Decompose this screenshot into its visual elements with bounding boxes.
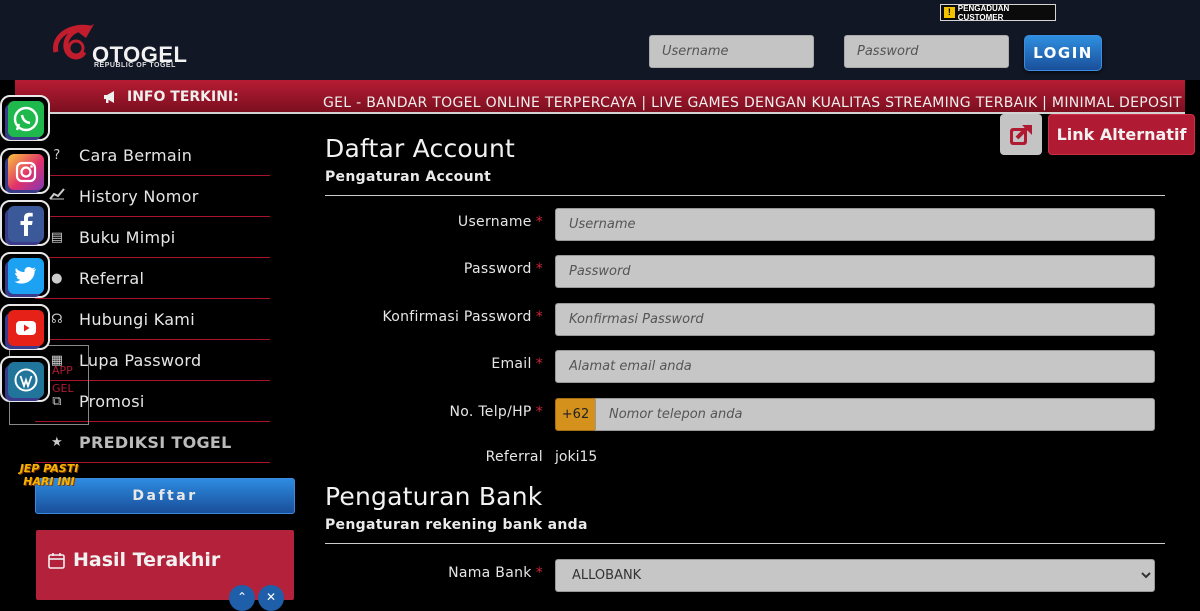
whatsapp-social-button[interactable] bbox=[0, 95, 50, 141]
wordpress-social-button[interactable] bbox=[0, 356, 50, 402]
twitter-icon bbox=[14, 267, 36, 284]
phone-label: No. Telp/HP * bbox=[449, 404, 543, 420]
menu-item-label: Referral bbox=[79, 268, 145, 288]
chevron-up-icon[interactable]: ⌃ bbox=[229, 585, 255, 611]
star-icon: ★ bbox=[51, 434, 63, 450]
ticker-label-group: INFO TERKINI: bbox=[103, 89, 239, 105]
twitter-social-button[interactable] bbox=[0, 252, 50, 298]
menu-item-cara-bermain[interactable]: ? Cara Bermain bbox=[35, 135, 270, 176]
complaint-button[interactable]: ! PENGADUAN CUSTOMER bbox=[940, 3, 1056, 22]
bank-section-subtitle: Pengaturan rekening bank anda bbox=[325, 517, 1165, 544]
password-input[interactable] bbox=[555, 255, 1155, 288]
email-input[interactable] bbox=[555, 350, 1155, 383]
facebook-social-button[interactable] bbox=[0, 200, 50, 246]
youtube-social-button[interactable] bbox=[0, 304, 50, 350]
login-button[interactable]: LOGIN bbox=[1024, 35, 1102, 71]
hasil-title: Hasil Terakhir bbox=[73, 549, 221, 571]
site-logo[interactable]: OTOGEL REPUBLIC OF TOGEL bbox=[50, 22, 190, 72]
ticker-text: GEL - BANDAR TOGEL ONLINE TERPERCAYA | L… bbox=[323, 95, 1185, 111]
calendar-icon bbox=[48, 552, 65, 569]
hasil-title-group: Hasil Terakhir bbox=[48, 549, 220, 571]
facebook-icon bbox=[20, 212, 33, 236]
wa-banner-text-2: GEL bbox=[52, 382, 74, 395]
phone-prefix: +62 bbox=[555, 398, 596, 431]
account-section-title: Daftar Account bbox=[325, 134, 516, 163]
hasil-terakhir-panel: Hasil Terakhir ⌃ ✕ bbox=[36, 530, 294, 611]
menu-item-prediksi-togel[interactable]: ★ PREDIKSI TOGEL bbox=[35, 422, 270, 463]
confirm-password-input[interactable] bbox=[555, 303, 1155, 336]
header-username-input[interactable] bbox=[649, 35, 814, 68]
bank-name-row: Nama Bank * ALLOBANK bbox=[325, 559, 1165, 593]
logo-subtitle: REPUBLIC OF TOGEL bbox=[94, 62, 176, 69]
alert-icon: ! bbox=[944, 7, 955, 18]
news-ticker: INFO TERKINI: GEL - BANDAR TOGEL ONLINE … bbox=[15, 80, 1185, 114]
registration-form: Daftar Account Pengaturan Account Userna… bbox=[325, 130, 1165, 592]
account-section-subtitle: Pengaturan Account bbox=[325, 169, 1165, 196]
username-label: Username * bbox=[457, 214, 543, 230]
close-icon[interactable]: ✕ bbox=[258, 585, 284, 611]
bank-section-title: Pengaturan Bank bbox=[325, 482, 543, 511]
menu-item-label: Buku Mimpi bbox=[79, 227, 176, 247]
menu-item-label: Cara Bermain bbox=[79, 145, 193, 165]
password-label: Password * bbox=[463, 261, 543, 277]
username-input[interactable] bbox=[555, 208, 1155, 241]
referral-row: Referral joki15 bbox=[325, 443, 1165, 477]
email-row: Email * bbox=[325, 350, 1165, 384]
menu-item-referral[interactable]: ● Referral bbox=[35, 258, 270, 299]
jackpot-badge[interactable]: JEP PASTI HARI INI bbox=[18, 462, 80, 492]
referral-label: Referral bbox=[485, 449, 543, 465]
wordpress-icon bbox=[14, 368, 38, 392]
header-password-input[interactable] bbox=[844, 35, 1009, 68]
menu-item-label: History Nomor bbox=[79, 186, 199, 206]
phone-row: No. Telp/HP * +62 bbox=[325, 398, 1165, 432]
bank-name-label: Nama Bank * bbox=[448, 565, 543, 581]
megaphone-icon bbox=[104, 91, 114, 103]
confirm-password-row: Konfirmasi Password * bbox=[325, 303, 1165, 337]
wa-banner-text-1: APP bbox=[52, 364, 73, 377]
menu-item-history-nomor[interactable]: History Nomor bbox=[35, 176, 270, 217]
menu-item-buku-mimpi[interactable]: ▤ Buku Mimpi bbox=[35, 217, 270, 258]
confirm-password-label: Konfirmasi Password * bbox=[382, 309, 543, 325]
instagram-icon bbox=[15, 161, 37, 183]
youtube-icon bbox=[16, 321, 36, 335]
ticker-label: INFO TERKINI: bbox=[127, 89, 239, 105]
phone-input[interactable] bbox=[595, 398, 1155, 431]
menu-item-hubungi-kami[interactable]: ☊ Hubungi Kami bbox=[35, 299, 270, 340]
instagram-social-button[interactable] bbox=[0, 148, 50, 194]
menu-item-label: PREDIKSI TOGEL bbox=[79, 432, 232, 452]
referral-value: joki15 bbox=[555, 449, 598, 465]
top-header: OTOGEL REPUBLIC OF TOGEL ! PENGADUAN CUS… bbox=[0, 0, 1200, 80]
complaint-label: PENGADUAN CUSTOMER bbox=[957, 3, 1010, 22]
menu-item-label: Hubungi Kami bbox=[79, 309, 195, 329]
bank-name-select[interactable]: ALLOBANK bbox=[555, 559, 1155, 592]
whatsapp-icon bbox=[13, 106, 39, 132]
bank-section-header: Pengaturan Bank Pengaturan rekening bank… bbox=[325, 482, 1165, 544]
username-row: Username * bbox=[325, 208, 1165, 242]
menu-item-label: Lupa Password bbox=[79, 350, 202, 370]
email-label: Email * bbox=[491, 356, 543, 372]
password-row: Password * bbox=[325, 255, 1165, 289]
